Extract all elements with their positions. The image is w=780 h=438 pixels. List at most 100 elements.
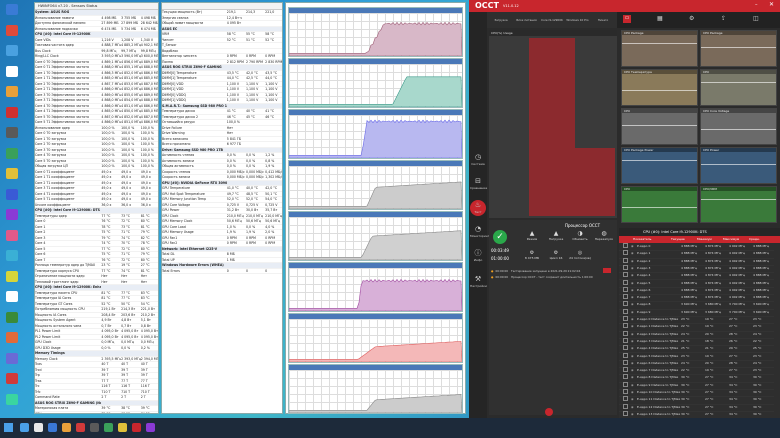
desktop-shortcut-icon[interactable] xyxy=(6,209,18,220)
desktop-shortcut-icon[interactable] xyxy=(6,229,18,241)
desktop-shortcut-icon[interactable] xyxy=(6,4,18,15)
nav-item[interactable]: ⚒ Настройки xyxy=(470,274,487,290)
taskbar-app-icon[interactable] xyxy=(76,423,85,432)
row-checkbox[interactable] xyxy=(623,308,628,314)
desktop-shortcut-icon[interactable] xyxy=(6,127,18,138)
nav-item[interactable]: ◔ Мониторинг xyxy=(470,224,489,240)
sensor-mini-chart[interactable]: CPU xyxy=(621,186,698,223)
taskbar-app-icon[interactable] xyxy=(146,423,155,432)
desktop-shortcut-icon[interactable] xyxy=(6,332,18,343)
row-checkbox[interactable] xyxy=(623,294,628,300)
sensor-row[interactable]: Total Errors 0 0 0 xyxy=(162,269,282,274)
taskbar-app-icon[interactable] xyxy=(118,423,127,432)
row-checkbox[interactable] xyxy=(623,301,628,307)
sensor-graph-panel[interactable] xyxy=(288,58,463,108)
eye-icon[interactable]: ◉ xyxy=(631,316,634,323)
sensor-graph-panel[interactable] xyxy=(288,160,463,210)
table-header-cell[interactable]: Показатель xyxy=(633,236,651,243)
sensor-graph-panel[interactable] xyxy=(288,211,463,261)
play-status-button[interactable]: ✓ xyxy=(493,230,507,244)
sensor-list[interactable]: System: ASUS ROG Использование памяти 4 49… xyxy=(35,10,158,414)
row-checkbox[interactable] xyxy=(623,345,628,351)
nav-item[interactable]: ⓘ Инфо xyxy=(470,248,486,264)
row-checkbox[interactable] xyxy=(623,264,628,270)
sensor-mini-chart[interactable]: CPU xyxy=(700,69,777,106)
eye-icon[interactable]: ◉ xyxy=(631,265,634,272)
desktop-shortcut-icon[interactable] xyxy=(6,106,18,118)
row-checkbox[interactable] xyxy=(623,374,628,380)
close-icon[interactable]: ✕ xyxy=(769,1,774,8)
desktop-shortcut-icon[interactable] xyxy=(6,65,18,77)
settings-icon[interactable]: ⚙ xyxy=(689,15,694,22)
eye-icon[interactable]: ◉ xyxy=(631,404,634,411)
eye-icon[interactable]: ◉ xyxy=(631,323,634,330)
eye-icon[interactable]: ◉ xyxy=(631,294,634,301)
row-checkbox[interactable] xyxy=(623,286,628,292)
nav-item[interactable]: ⊟ Сравнение xyxy=(470,176,487,192)
row-checkbox[interactable] xyxy=(623,257,628,263)
nav-item[interactable]: ◷ Система xyxy=(470,152,486,168)
row-checkbox[interactable] xyxy=(623,389,628,394)
row-checkbox[interactable] xyxy=(623,330,628,336)
sensor-mini-chart[interactable]: CPU Core Voltage xyxy=(700,108,777,145)
eye-icon[interactable]: ◉ xyxy=(631,287,634,294)
row-checkbox[interactable] xyxy=(623,243,628,248)
eye-icon[interactable]: ◉ xyxy=(631,367,634,374)
desktop-shortcut-icon[interactable] xyxy=(6,24,18,36)
desktop-shortcut-icon[interactable] xyxy=(6,270,18,282)
taskbar-app-icon[interactable] xyxy=(20,423,29,432)
table-header-cell[interactable]: Средн. xyxy=(749,236,760,243)
monitor-icon[interactable]: ▭ xyxy=(623,15,631,23)
stop-button[interactable] xyxy=(545,408,553,416)
row-checkbox[interactable] xyxy=(623,337,628,343)
windows-start-icon[interactable] xyxy=(4,423,13,432)
eye-icon[interactable]: ◉ xyxy=(631,374,634,381)
eye-icon[interactable]: ◉ xyxy=(631,243,634,250)
desktop-shortcut-icon[interactable] xyxy=(6,188,18,200)
test-control-button[interactable]: ◑ Обновить xyxy=(569,230,591,241)
sensor-row[interactable]: CPU72 °C68 °C74 °C71 °C xyxy=(35,412,158,414)
sensor-graph-panel[interactable] xyxy=(288,262,463,312)
sensor-graph-panel[interactable] xyxy=(288,109,463,159)
screenshot-icon[interactable]: ◫ xyxy=(753,15,759,22)
eye-icon[interactable]: ◉ xyxy=(631,338,634,345)
eye-icon[interactable]: ◉ xyxy=(631,345,634,352)
sensor-graph-panel[interactable] xyxy=(288,7,463,57)
row-checkbox[interactable] xyxy=(623,359,628,365)
eye-icon[interactable]: ◉ xyxy=(631,272,634,279)
row-checkbox[interactable] xyxy=(623,403,628,409)
desktop-shortcut-icon[interactable] xyxy=(6,250,18,261)
tab-item[interactable]: Загрузка xyxy=(489,14,513,26)
sensor-graph-panel[interactable] xyxy=(288,364,463,414)
minimize-icon[interactable]: – xyxy=(755,2,758,8)
desktop-shortcut-icon[interactable] xyxy=(6,393,18,405)
eye-icon[interactable]: ◉ xyxy=(631,309,634,316)
eye-icon[interactable]: ◉ xyxy=(631,280,634,287)
test-control-button[interactable]: ▲ Нагрузка xyxy=(545,230,567,241)
desktop-shortcut-icon[interactable] xyxy=(6,311,18,323)
sensor-mini-chart[interactable]: CPU Power xyxy=(700,147,777,184)
eye-icon[interactable]: ◉ xyxy=(631,389,634,396)
nav-item[interactable]: ♨ Тест xyxy=(470,200,486,216)
row-checkbox[interactable] xyxy=(623,381,628,387)
row-checkbox[interactable] xyxy=(623,396,628,402)
chart-icon[interactable]: ▦ xyxy=(657,15,663,22)
tab-item[interactable]: Core i9-12900K xyxy=(540,14,564,26)
taskbar-app-icon[interactable] xyxy=(34,423,43,432)
export-icon[interactable]: ⇪ xyxy=(721,15,726,22)
row-checkbox[interactable] xyxy=(623,323,628,329)
test-control-button[interactable]: ▲ Режим xyxy=(521,230,543,241)
sensor-mini-chart[interactable]: CPU/VRM xyxy=(700,186,777,223)
row-checkbox[interactable] xyxy=(623,272,628,278)
table-header-cell[interactable]: Минимум xyxy=(697,236,712,243)
occt-window[interactable]: OCCT V11.0.12 – ✕ ◷ Система ⊟ Сравнение ♨ Тес… xyxy=(469,0,780,420)
row-checkbox[interactable] xyxy=(623,367,628,373)
tab-item[interactable]: Windows 10 Pro xyxy=(566,14,590,26)
hwinfo-sensors-window-2[interactable]: Текущая мощность (Вт)219,1214,3221,0218,… xyxy=(161,2,283,414)
table-header-cell[interactable]: Текущее xyxy=(671,236,685,243)
sensor-list[interactable]: Текущая мощность (Вт)219,1214,3221,0218,… xyxy=(162,10,282,274)
taskbar-app-icon[interactable] xyxy=(62,423,71,432)
sensor-mini-chart[interactable]: CPU xyxy=(621,108,698,145)
sensor-graph-panel[interactable] xyxy=(288,313,463,363)
desktop-shortcut-icon[interactable] xyxy=(6,352,18,364)
